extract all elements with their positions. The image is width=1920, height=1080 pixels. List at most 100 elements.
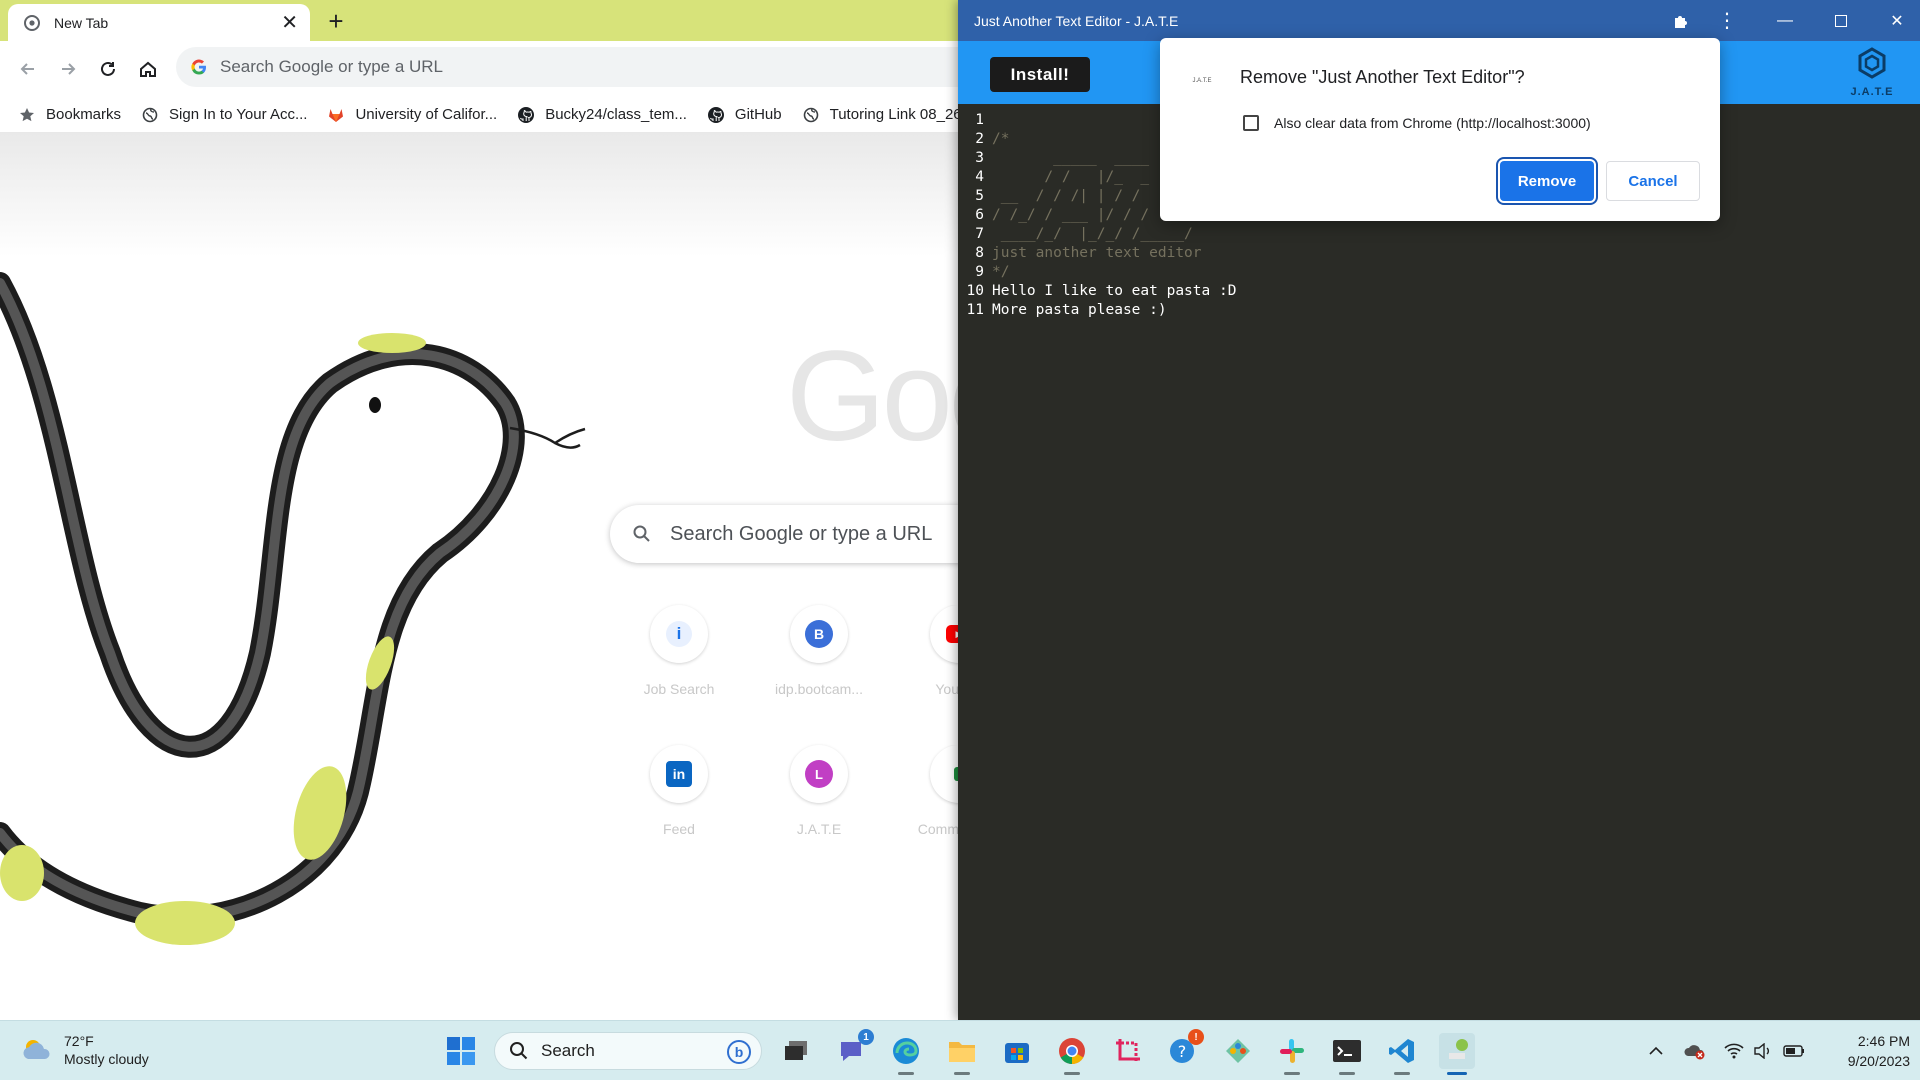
tab-title: New Tab <box>54 14 109 31</box>
extensions-puzzle-icon[interactable] <box>1658 0 1704 41</box>
bookmark-bucky24[interactable]: Bucky24/class_tem... <box>517 106 687 124</box>
edge-browser-icon[interactable] <box>888 1033 924 1075</box>
github-icon <box>517 106 535 124</box>
line-number: 4 <box>975 169 984 185</box>
linkedin-icon: in <box>666 761 692 787</box>
reload-icon[interactable] <box>94 55 122 83</box>
maximize-icon[interactable] <box>1818 0 1864 41</box>
bookmark-tutoring-link[interactable]: Tutoring Link 08_26 <box>802 106 962 124</box>
clear-data-checkbox[interactable] <box>1243 115 1259 131</box>
line-number: 8 <box>975 245 984 261</box>
active-indicator <box>954 1072 970 1075</box>
active-indicator <box>898 1072 914 1075</box>
shortcut-icon-circle <box>930 745 959 803</box>
bookmark-label: GitHub <box>734 106 782 123</box>
chevron-up-icon[interactable] <box>1644 1039 1668 1063</box>
clock-time: 2:46 PM <box>1857 1033 1910 1049</box>
editor-line[interactable]: 10 Hello I like to eat pasta :D <box>958 282 1920 301</box>
jate-logo-icon <box>1858 47 1886 79</box>
shortcut-feed[interactable]: in Feed <box>619 745 739 837</box>
shortcut-job-search[interactable]: i Job Search <box>619 605 739 697</box>
editor-line[interactable]: 7 ____/_/ |_/_/ /_____/ <box>958 225 1920 244</box>
system-clock[interactable]: 2:46 PM 9/20/2023 <box>1820 1031 1910 1071</box>
weather-text: 72°F Mostly cloudy <box>64 1032 149 1068</box>
forward-arrow-icon[interactable] <box>54 55 82 83</box>
file-explorer-icon[interactable] <box>944 1033 980 1075</box>
line-text[interactable]: /* <box>992 130 1009 149</box>
close-tab-icon[interactable]: ✕ <box>281 13 298 33</box>
line-text[interactable]: More pasta please :) <box>992 301 1167 320</box>
shortcut-idp-bootcamp[interactable]: B idp.bootcam... <box>759 605 879 697</box>
bookmark-label: Tutoring Link 08_26 <box>829 106 962 123</box>
snake-doodle <box>0 272 586 945</box>
jate-logo: J.A.T.E <box>1842 47 1902 103</box>
terminal-icon[interactable] <box>1329 1033 1365 1075</box>
shortcut-youtube[interactable]: ▶ You <box>899 605 959 697</box>
ntp-search-placeholder: Search Google or type a URL <box>670 522 933 545</box>
bookmark-label: Sign In to Your Acc... <box>169 106 308 123</box>
active-indicator <box>1394 1072 1410 1075</box>
install-button[interactable]: Install! <box>990 57 1090 92</box>
snipping-tool-icon[interactable] <box>1110 1033 1146 1069</box>
close-window-icon[interactable]: ✕ <box>1874 0 1920 41</box>
search-icon <box>633 525 650 542</box>
battery-icon[interactable] <box>1782 1039 1806 1063</box>
shortcut-label: You <box>935 681 959 697</box>
window-title: Just Another Text Editor - J.A.T.E <box>974 12 1179 29</box>
line-text[interactable]: _____ ____ <box>992 149 1149 168</box>
shortcut-label: Feed <box>663 821 695 837</box>
wifi-icon[interactable] <box>1722 1039 1746 1063</box>
shortcut-comm[interactable]: Comm <box>899 745 959 837</box>
line-number: 1 <box>975 112 984 128</box>
google-g-icon <box>191 59 206 75</box>
more-vert-icon[interactable]: ⋮ <box>1704 0 1750 41</box>
teams-chat-icon[interactable]: 1 <box>834 1029 874 1069</box>
slack-icon[interactable] <box>1274 1033 1310 1075</box>
paint-app-icon[interactable] <box>1220 1033 1256 1069</box>
weather-widget[interactable]: 72°F Mostly cloudy <box>20 1032 149 1068</box>
shortcut-icon-circle: L <box>790 745 848 803</box>
editor-line[interactable]: 9 */ <box>958 263 1920 282</box>
line-text[interactable]: / / |/_ _ <box>992 168 1149 187</box>
remove-button[interactable]: Remove <box>1500 161 1594 201</box>
cancel-button[interactable]: Cancel <box>1606 161 1700 201</box>
shortcut-label: J.A.T.E <box>796 821 842 837</box>
task-view-icon[interactable] <box>778 1033 814 1069</box>
onedrive-error-icon[interactable] <box>1683 1039 1707 1063</box>
microsoft-store-icon[interactable] <box>999 1033 1035 1069</box>
minimize-icon[interactable]: — <box>1762 0 1808 41</box>
tab-new-tab[interactable]: New Tab ✕ <box>8 4 310 41</box>
editor-line[interactable]: 8 just another text editor <box>958 244 1920 263</box>
editor-line[interactable]: 11 More pasta please :) <box>958 301 1920 320</box>
bookmark-sign-in[interactable]: Sign In to Your Acc... <box>141 106 307 124</box>
code-editor[interactable]: 1 2 /* 3 _____ ____ 4 / / |/_ _ 5 __ / / /| |… <box>958 104 1920 1020</box>
bookmark-label: Bookmarks <box>46 106 122 123</box>
back-arrow-icon[interactable] <box>14 55 42 83</box>
clear-data-label[interactable]: Also clear data from Chrome (http://loca… <box>1274 115 1591 131</box>
jate-taskbar-icon[interactable] <box>1439 1033 1475 1075</box>
line-text[interactable]: Hello I like to eat pasta :D <box>992 282 1236 301</box>
chrome-icon[interactable] <box>1054 1033 1090 1075</box>
line-text[interactable]: / /_/ / ___ |/ / / <box>992 206 1149 225</box>
line-text[interactable]: ____/_/ |_/_/ /_____/ <box>992 225 1193 244</box>
line-text[interactable]: */ <box>992 263 1009 282</box>
gitlab-icon <box>327 106 345 124</box>
bookmark-university[interactable]: University of Califor... <box>327 106 497 124</box>
bookmark-github[interactable]: GitHub <box>707 106 782 124</box>
bookmark-label: University of Califor... <box>355 106 498 123</box>
taskbar-search-label: Search <box>541 1041 595 1060</box>
help-icon[interactable]: ? ! <box>1164 1029 1204 1069</box>
taskbar-search[interactable]: Search b <box>494 1032 762 1070</box>
vscode-icon[interactable] <box>1384 1033 1420 1075</box>
new-tab-button[interactable]: + <box>322 8 350 36</box>
home-icon[interactable] <box>134 55 162 83</box>
line-text[interactable]: just another text editor <box>992 244 1202 263</box>
shortcut-jate[interactable]: L J.A.T.E <box>759 745 879 837</box>
chrome-icon <box>24 14 40 31</box>
letter-b-icon: B <box>805 620 833 648</box>
chat-badge: 1 <box>858 1029 874 1045</box>
bookmark-bookmarks[interactable]: Bookmarks <box>18 106 121 124</box>
line-text[interactable]: __ / / /| | / / <box>992 187 1141 206</box>
volume-icon[interactable] <box>1751 1039 1775 1063</box>
windows-start-icon[interactable] <box>446 1036 476 1066</box>
